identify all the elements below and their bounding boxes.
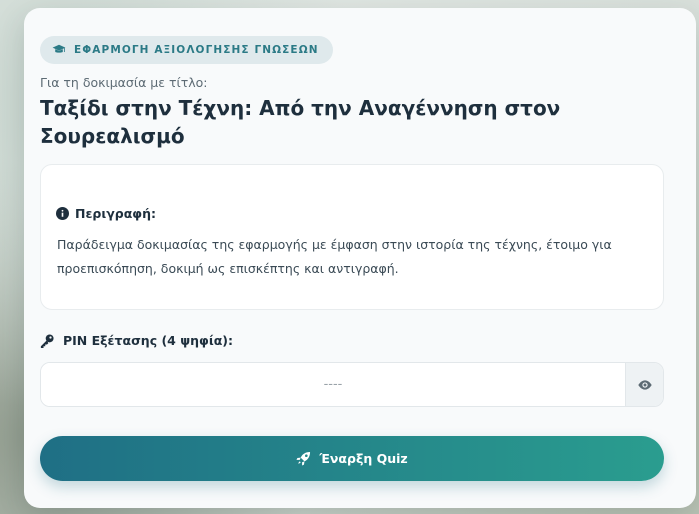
description-box: Περιγραφή: Παράδειγμα δοκιμασίας της εφα… xyxy=(40,164,664,310)
badge-label: ΕΦΑΡΜΟΓΗ ΑΞΙΟΛΟΓΗΣΗΣ ΓΝΩΣΕΩΝ xyxy=(74,44,319,56)
description-heading: Περιγραφή: xyxy=(56,206,156,221)
graduation-cap-icon xyxy=(52,44,66,53)
pin-input[interactable] xyxy=(41,363,625,406)
toggle-pin-visibility-button[interactable] xyxy=(625,363,663,406)
description-heading-label: Περιγραφή: xyxy=(75,206,156,221)
start-quiz-label: Έναρξη Quiz xyxy=(319,451,408,466)
rocket-icon xyxy=(296,451,311,466)
pin-label: PIN Εξέτασης (4 ψηφία): xyxy=(40,333,233,348)
app-badge: ΕΦΑΡΜΟΓΗ ΑΞΙΟΛΟΓΗΣΗΣ ΓΝΩΣΕΩΝ xyxy=(40,36,333,64)
pin-label-text: PIN Εξέτασης (4 ψηφία): xyxy=(63,333,234,348)
eye-icon xyxy=(637,379,652,390)
description-text: Παράδειγμα δοκιμασίας της εφαρμογής με έ… xyxy=(57,237,612,276)
quiz-subtitle: Για τη δοκιμασία με τίτλο: xyxy=(40,75,208,90)
quiz-title: Ταξίδι στην Τέχνη: Από την Αναγέννηση στ… xyxy=(40,96,561,148)
start-quiz-button[interactable]: Έναρξη Quiz xyxy=(40,436,664,481)
pin-field-group xyxy=(40,362,664,407)
quiz-entry-card: ΕΦΑΡΜΟΓΗ ΑΞΙΟΛΟΓΗΣΗΣ ΓΝΩΣΕΩΝ Για τη δοκι… xyxy=(24,8,696,508)
info-circle-icon xyxy=(56,207,69,220)
key-icon xyxy=(40,333,54,348)
